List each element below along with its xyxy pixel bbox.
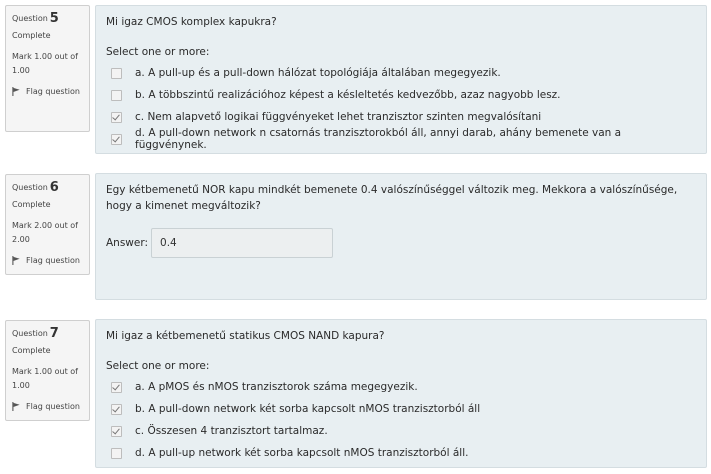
question-text: Mi igaz a kétbemenetű statikus CMOS NAND… xyxy=(106,330,385,342)
answer-list: a. A pMOS és nMOS tranzisztorok száma me… xyxy=(106,376,696,464)
question-state: Complete xyxy=(12,346,51,355)
answer-text: a. A pMOS és nMOS tranzisztorok száma me… xyxy=(135,381,418,393)
question-number: Question 6 xyxy=(12,179,83,197)
question-number-value: 7 xyxy=(49,326,59,341)
flag-question-link[interactable]: Flag question xyxy=(12,253,83,267)
question-label: Question xyxy=(12,14,48,23)
question-number: Question 5 xyxy=(12,10,83,28)
flag-icon xyxy=(12,401,20,411)
question-label: Question xyxy=(12,329,48,338)
answer-input[interactable]: 0.4 xyxy=(151,228,334,258)
question-text: Egy kétbemenetű NOR kapu mindkét bemenet… xyxy=(106,184,678,212)
checkbox-icon[interactable] xyxy=(111,403,122,415)
answer-prompt: Select one or more: xyxy=(106,360,210,372)
question-label: Question xyxy=(12,183,48,192)
question-info: Question 6 Complete Mark 2.00 out of 2.00… xyxy=(5,174,90,275)
flag-question-link[interactable]: Flag question xyxy=(12,399,83,413)
answer-option-a[interactable]: a. A pull-up és a pull-down hálózat topo… xyxy=(106,62,696,84)
question-content: Mi igaz CMOS komplex kapukra? Select one… xyxy=(95,5,707,154)
question-state: Complete xyxy=(12,200,51,209)
answer-option-d[interactable]: d. A pull-down network n csatornás tranz… xyxy=(106,127,696,151)
question-info: Question 5 Complete Mark 1.00 out of 1.00… xyxy=(5,5,90,132)
answer-option-a[interactable]: a. A pMOS és nMOS tranzisztorok száma me… xyxy=(106,376,696,398)
answer-text: a. A pull-up és a pull-down hálózat topo… xyxy=(135,67,501,79)
question-number-value: 6 xyxy=(49,180,59,195)
question-grade: Mark 1.00 out of 1.00 xyxy=(12,367,78,390)
flag-question-link[interactable]: Flag question xyxy=(12,84,83,98)
answer-text: b. A pull-down network két sorba kapcsol… xyxy=(135,403,481,415)
flag-label: Flag question xyxy=(26,401,80,411)
answer-text: b. A többszintű realizációhoz képest a k… xyxy=(135,89,561,101)
flag-icon xyxy=(12,255,20,265)
answer-option-c[interactable]: c. Nem alapvető logikai függvényeket leh… xyxy=(106,106,696,128)
answer-row: Answer: 0.4 xyxy=(106,228,696,258)
question-text: Mi igaz CMOS komplex kapukra? xyxy=(106,16,277,28)
question-number-value: 5 xyxy=(49,11,59,26)
question-number: Question 7 xyxy=(12,325,83,343)
question-grade: Mark 2.00 out of 2.00 xyxy=(12,221,78,244)
answer-option-b[interactable]: b. A többszintű realizációhoz képest a k… xyxy=(106,84,696,106)
answer-text: d. A pull-down network n csatornás tranz… xyxy=(135,127,622,151)
question-state: Complete xyxy=(12,31,51,40)
flag-icon xyxy=(12,86,20,96)
question-grade: Mark 1.00 out of 1.00 xyxy=(12,52,78,75)
answer-list: a. A pull-up és a pull-down hálózat topo… xyxy=(106,62,696,151)
answer-text: d. A pull-up network két sorba kapcsolt … xyxy=(135,447,469,459)
checkbox-icon[interactable] xyxy=(111,447,122,459)
checkbox-icon[interactable] xyxy=(111,381,122,393)
answer-prompt: Select one or more: xyxy=(106,46,210,58)
checkbox-icon[interactable] xyxy=(111,133,122,145)
answer-text: c. Összesen 4 tranzisztort tartalmaz. xyxy=(135,425,328,437)
answer-label: Answer: xyxy=(106,237,149,249)
answer-option-b[interactable]: b. A pull-down network két sorba kapcsol… xyxy=(106,398,696,420)
flag-label: Flag question xyxy=(26,255,80,265)
checkbox-icon[interactable] xyxy=(111,67,122,79)
flag-label: Flag question xyxy=(26,86,80,96)
checkbox-icon[interactable] xyxy=(111,111,122,123)
answer-option-d[interactable]: d. A pull-up network két sorba kapcsolt … xyxy=(106,442,696,464)
question-content: Mi igaz a kétbemenetű statikus CMOS NAND… xyxy=(95,319,707,468)
answer-option-c[interactable]: c. Összesen 4 tranzisztort tartalmaz. xyxy=(106,420,696,442)
checkbox-icon[interactable] xyxy=(111,425,122,437)
checkbox-icon[interactable] xyxy=(111,89,122,101)
question-content: Egy kétbemenetű NOR kapu mindkét bemenet… xyxy=(95,173,707,300)
question-info: Question 7 Complete Mark 1.00 out of 1.00… xyxy=(5,320,90,421)
answer-text: c. Nem alapvető logikai függvényeket leh… xyxy=(135,111,542,123)
